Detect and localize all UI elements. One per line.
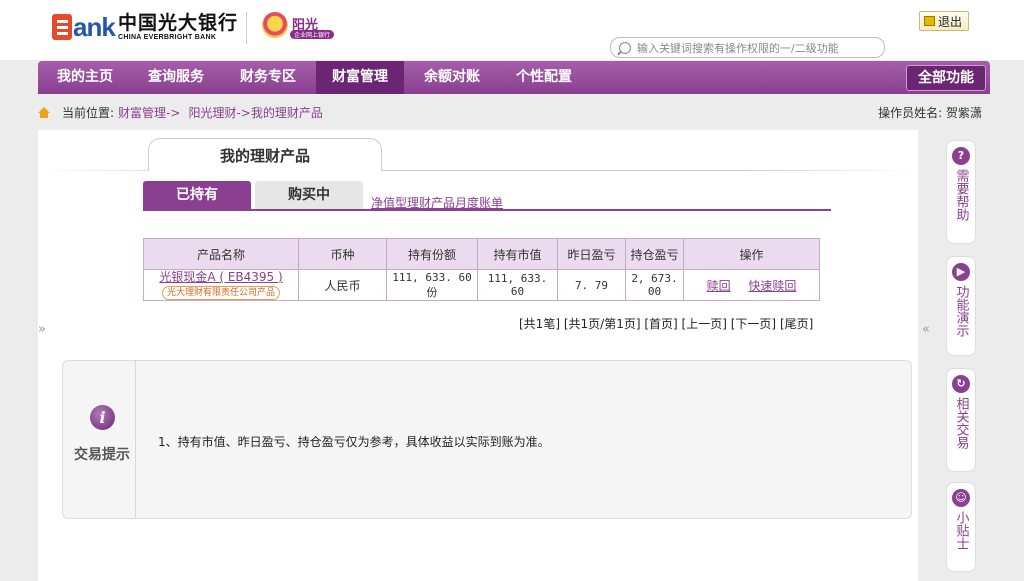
pager-next[interactable]: [下一页] [731,317,776,331]
cell-operation: 赎回 快速赎回 [683,269,820,301]
product-name-link[interactable]: 光银现金A ( EB4395 ) [144,270,298,284]
pager-last[interactable]: [尾页] [780,317,813,331]
expand-left-icon[interactable]: » [38,322,46,337]
help-label: 需要帮助 [953,169,969,221]
exit-icon [924,16,935,26]
logo-divider [246,12,247,44]
home-icon[interactable] [38,106,50,119]
related-button[interactable]: ↻ 相关交易 [946,368,976,472]
redeem-link[interactable]: 赎回 [707,279,731,293]
nav-item-finance[interactable]: 财务专区 [224,61,312,94]
table-header-row: 产品名称 币种 持有份额 持有市值 昨日盈亏 持仓盈亏 操作 [143,238,820,270]
tip-title: 交易提示 [74,447,130,463]
bank-name-cn: 中国光大银行 [118,12,239,34]
col-market-value: 持有市值 [477,238,558,270]
cell-shares: 111, 633. 60份 [386,269,478,301]
collapse-right-icon[interactable]: « [922,322,930,337]
breadcrumb-current: 阳光理财->我的理财产品 [188,106,323,120]
search-input[interactable]: 输入关键词搜索有操作权限的一/二级功能 [610,37,885,58]
col-product-name: 产品名称 [143,238,299,270]
pager-first[interactable]: [首页] [644,317,677,331]
nav-item-settings[interactable]: 个性配置 [500,61,588,94]
pager-total: [共1笔] [519,317,560,331]
tips-button[interactable]: ☺ 小贴士 [946,482,976,572]
breadcrumb-wealth[interactable]: 财富管理-> [118,104,180,121]
exit-button[interactable]: 退出 [919,11,969,31]
tabs-underline [143,209,831,211]
demo-button[interactable]: ▶ 功能演示 [946,256,976,356]
tips-label: 小贴士 [953,511,969,550]
operator-name: 操作员姓名: 贺紫潇 [878,106,982,120]
cell-market-value: 111, 633. 60 [477,269,558,301]
main-nav: 我的主页 查询服务 财务专区 财富管理 余额对账 个性配置 全部功能 [38,61,990,94]
sunshine-logo-icon [262,12,288,38]
cell-product: 光银现金A ( EB4395 ) 光大理财有限责任公司产品 [143,269,299,301]
search-placeholder: 输入关键词搜索有操作权限的一/二级功能 [637,41,839,55]
demo-label: 功能演示 [953,285,969,337]
info-icon: i [90,405,115,430]
nav-item-wealth[interactable]: 财富管理 [316,61,404,94]
table-row: 光银现金A ( EB4395 ) 光大理财有限责任公司产品 人民币 111, 6… [143,269,820,301]
col-operation: 操作 [683,238,820,270]
breadcrumb-prefix: 当前位置: [62,106,115,120]
help-button[interactable]: ? 需要帮助 [946,140,976,244]
issuer-badge: 光大理财有限责任公司产品 [161,286,280,300]
pager-pages: [共1页/第1页] [563,317,641,331]
play-icon: ▶ [952,263,970,281]
pager: [共1笔] [共1页/第1页] [首页] [上一页] [下一页] [尾页] [519,315,813,332]
tab-held[interactable]: 已持有 [143,181,251,210]
quick-redeem-link[interactable]: 快速赎回 [748,279,796,293]
nav-item-query[interactable]: 查询服务 [132,61,220,94]
col-shares: 持有份额 [386,238,478,270]
bank-name: 中国光大银行 CHINA EVERBRIGHT BANK [118,12,238,41]
cell-position-pnl: 2, 673. 00 [625,269,684,301]
products-table: 产品名称 币种 持有份额 持有市值 昨日盈亏 持仓盈亏 操作 光银现金A ( E… [143,238,820,301]
tab-buying[interactable]: 购买中 [255,181,363,210]
section-title: 我的理财产品 [148,138,382,171]
col-yesterday-pnl: 昨日盈亏 [557,238,626,270]
bank-name-en: CHINA EVERBRIGHT BANK [118,34,217,41]
cell-yesterday-pnl: 7. 79 [557,269,626,301]
question-icon: ? [952,147,970,165]
col-currency: 币种 [298,238,387,270]
ebank-logo: ank [52,12,116,42]
tip-left-panel [62,360,136,519]
service-subtitle: 企业网上银行 [290,30,335,39]
cell-currency: 人民币 [298,269,387,301]
logo-text: ank [73,12,116,42]
page-header: ank 中国光大银行 CHINA EVERBRIGHT BANK 阳光 企业网上… [0,0,1024,60]
refresh-icon: ↻ [952,375,970,393]
breadcrumb: 当前位置: 财富管理-> 阳光理财->我的理财产品 [38,104,323,121]
all-functions-button[interactable]: 全部功能 [906,65,986,91]
related-label: 相关交易 [953,397,969,449]
smiley-icon: ☺ [952,489,970,507]
pager-prev[interactable]: [上一页] [682,317,727,331]
col-position-pnl: 持仓盈亏 [625,238,684,270]
logo-e-mark [52,14,72,40]
search-icon [619,41,631,54]
nav-item-home[interactable]: 我的主页 [42,61,128,94]
exit-label: 退出 [938,14,963,29]
tip-text: 1、持有市值、昨日盈亏、持仓盈亏仅为参考，具体收益以实际到账为准。 [158,435,550,449]
nav-item-balance[interactable]: 余额对账 [408,61,496,94]
